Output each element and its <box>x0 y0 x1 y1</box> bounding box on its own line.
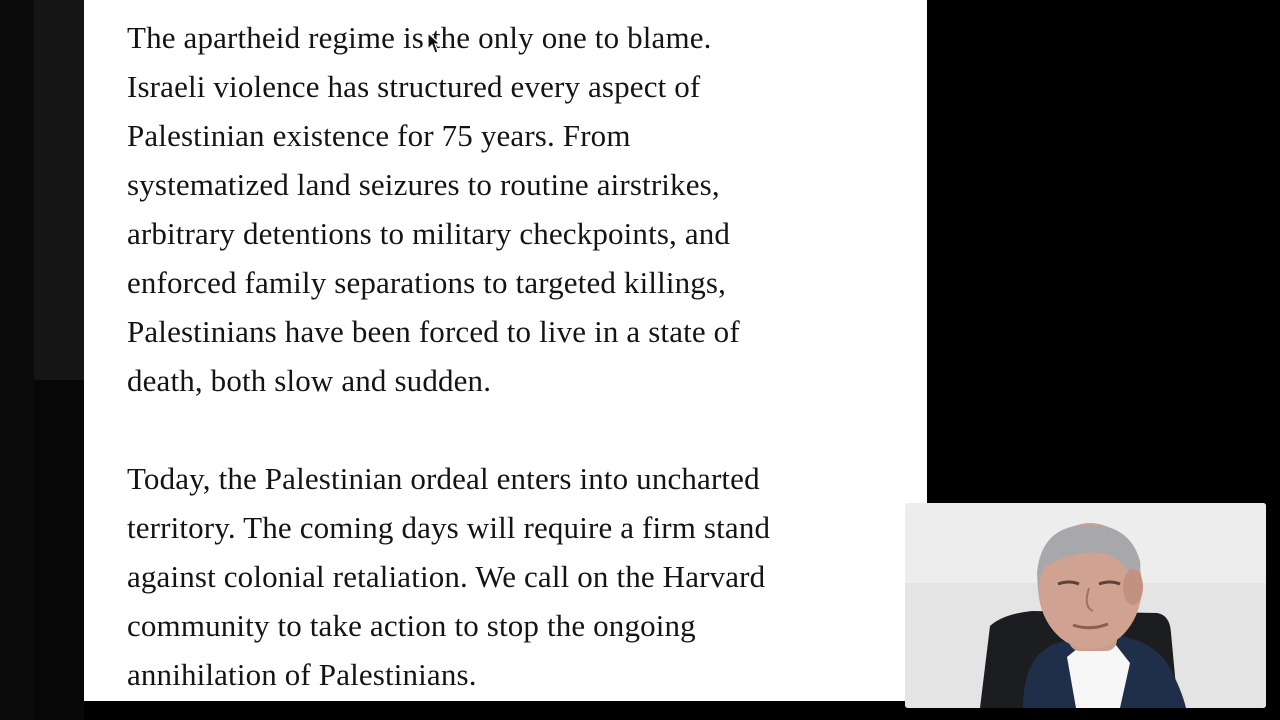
document-paragraph-2: Today, the Palestinian ordeal enters int… <box>127 461 771 692</box>
webcam-video-feed <box>905 503 1266 708</box>
presenter-video-image <box>905 503 1266 708</box>
document-paragraph-1: The apartheid regime is the only one to … <box>127 20 740 398</box>
arrow-pointer-icon <box>427 32 441 54</box>
left-background-panel <box>0 0 84 720</box>
screen: The apartheid regime is the only one to … <box>0 0 1280 720</box>
document-page: The apartheid regime is the only one to … <box>84 0 927 701</box>
